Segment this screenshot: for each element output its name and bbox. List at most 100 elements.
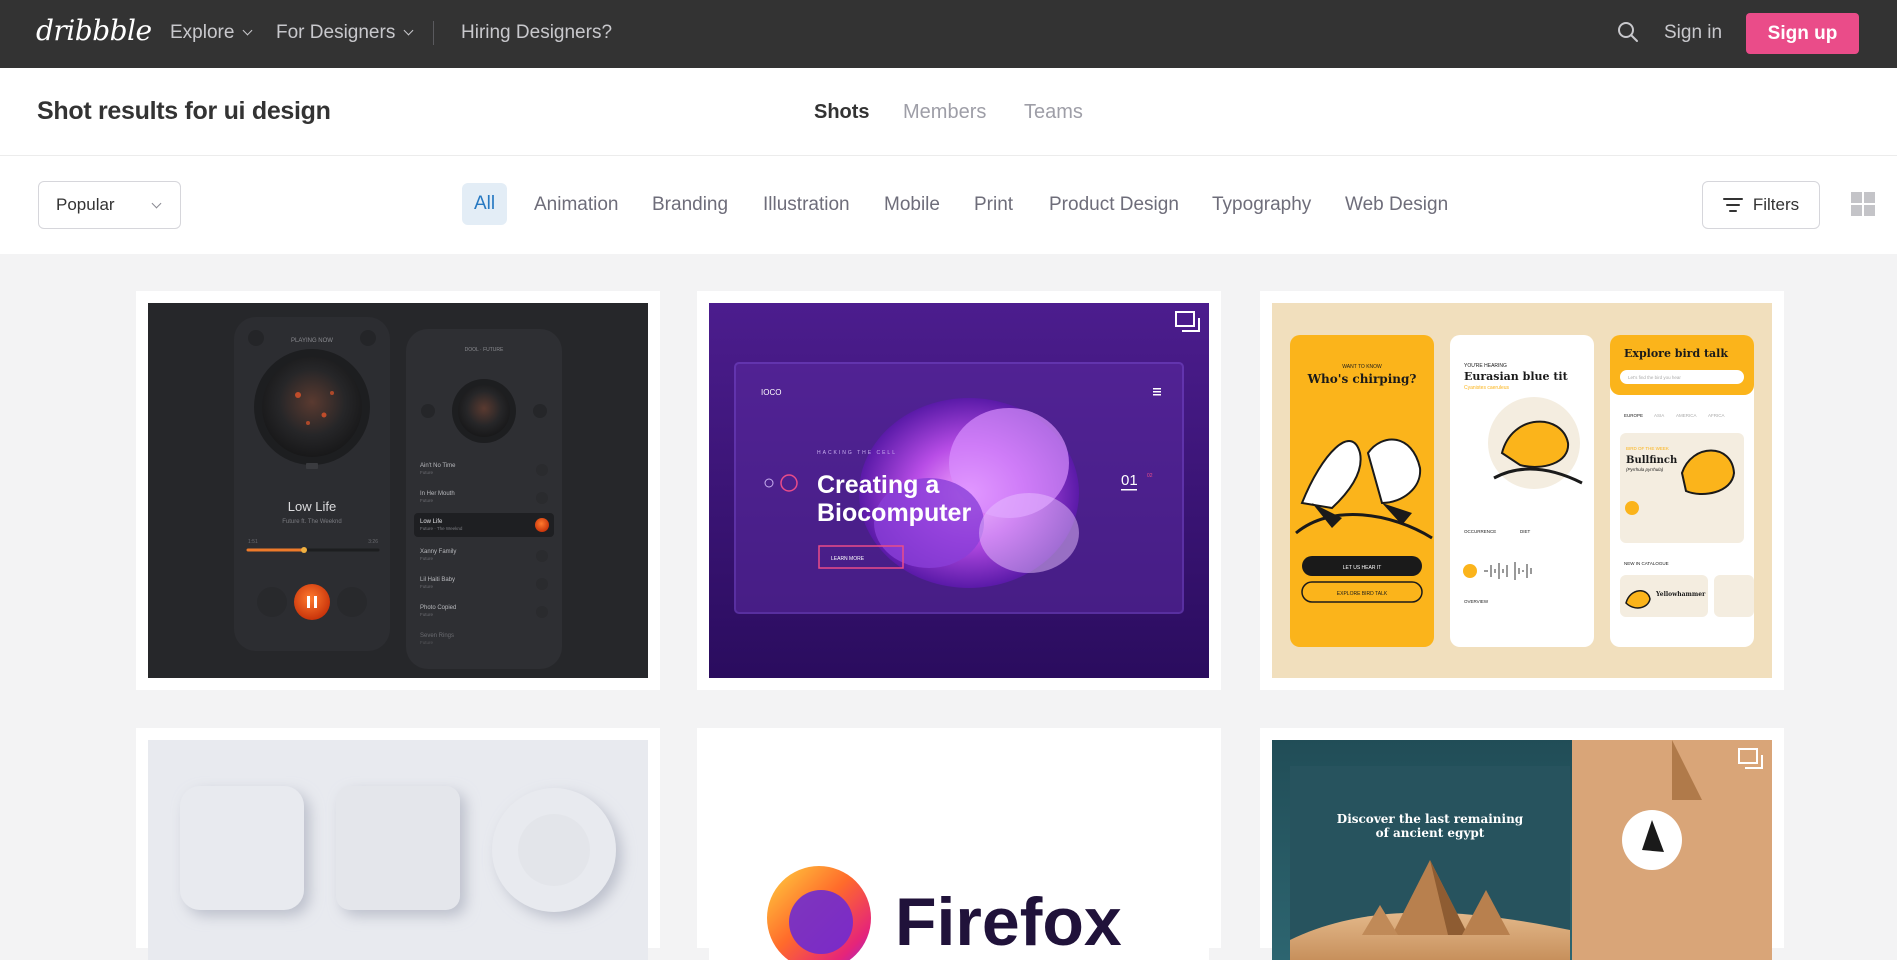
track-artist: Future (420, 470, 434, 475)
chevron-down-icon (242, 25, 253, 36)
hero-kicker: HACKING THE CELL (817, 450, 897, 456)
nav-hiring-designers[interactable]: Hiring Designers? (461, 22, 612, 44)
shot-thumbnail-neumorphism[interactable] (148, 740, 648, 960)
shot-card[interactable] (136, 728, 660, 960)
track-name: Photo Copied (420, 605, 456, 611)
screen3-bird: Bullfinch (1626, 455, 1678, 466)
egypt-artwork: Discover the last remaining of ancient e… (1272, 740, 1772, 960)
learn-more-button: LEARN MORE (831, 556, 865, 562)
bird-app-artwork: WANT TO KNOW Who's chirping? LET US HEAR… (1290, 335, 1754, 647)
track-name: Lil Haiti Baby (420, 577, 455, 583)
sign-in-link[interactable]: Sign in (1664, 22, 1722, 44)
nav-explore-label: Explore (170, 22, 235, 43)
multiple-shots-icon (1738, 748, 1763, 769)
search-icon[interactable] (1617, 21, 1639, 43)
shot-thumbnail-music-player[interactable]: PLAYING NOW Low Life Future ft. The Week… (148, 303, 648, 678)
nav-for-designers[interactable]: For Designers (276, 22, 414, 44)
category-web-design[interactable]: Web Design (1345, 194, 1448, 216)
track-name: Seven Rings (420, 633, 454, 639)
filter-lines-icon (1722, 198, 1743, 212)
sort-value: Popular (56, 195, 115, 214)
track-name: Xanny Family (420, 549, 456, 555)
track-artist: Future (420, 584, 434, 589)
page-number: 01 (1121, 472, 1138, 489)
category-print[interactable]: Print (974, 194, 1013, 216)
screen3-title: Explore bird talk (1624, 347, 1728, 360)
shot-card[interactable]: Firefox (697, 728, 1221, 960)
screen2-overview: OVERVIEW (1464, 599, 1489, 604)
top-navbar: dribbble Explore For Designers Hiring De… (0, 0, 1897, 68)
chevron-down-icon (403, 25, 414, 36)
category-animation[interactable]: Animation (534, 194, 619, 216)
neumorphism-artwork (180, 786, 616, 912)
screen2-diet: DIET (1520, 529, 1531, 534)
shot-card[interactable]: IOCO HACKING THE CELL Creating a Biocomp… (697, 291, 1221, 690)
egypt-headline-1: Discover the last remaining (1337, 812, 1524, 826)
category-typography[interactable]: Typography (1212, 194, 1311, 216)
category-illustration[interactable]: Illustration (763, 194, 850, 216)
track-name: In Her Mouth (420, 491, 455, 497)
screen3-new: NEW IN CATALOGUE (1624, 561, 1669, 566)
track-name: Ain't No Time (420, 463, 456, 469)
shot-card[interactable]: Discover the last remaining of ancient e… (1260, 728, 1784, 960)
screen2-subtitle: Cyanistes caeruleus (1464, 385, 1510, 391)
shot-thumbnail-egypt[interactable]: Discover the last remaining of ancient e… (1272, 740, 1772, 960)
nav-for-designers-label: For Designers (276, 22, 396, 43)
category-mobile[interactable]: Mobile (884, 194, 940, 216)
song-artist: Future ft. The Weeknd (282, 519, 341, 525)
grid-view-icon[interactable] (1851, 192, 1875, 216)
track-artist: Future (420, 612, 434, 617)
firefox-wordmark: Firefox (895, 884, 1122, 960)
song-title: Low Life (288, 499, 336, 514)
shot-thumbnail-firefox[interactable]: Firefox (709, 740, 1209, 960)
category-product-design[interactable]: Product Design (1049, 194, 1179, 216)
screen3-tab: EUROPE (1624, 413, 1643, 418)
sign-up-button[interactable]: Sign up (1746, 13, 1859, 54)
tab-teams[interactable]: Teams (1024, 101, 1083, 124)
sort-dropdown[interactable]: Popular (38, 181, 181, 229)
screen3-tab: ASIA (1654, 413, 1664, 418)
screen3-kicker: BIRD OF THE WEEK (1626, 446, 1669, 451)
music-player-artwork: PLAYING NOW Low Life Future ft. The Week… (234, 317, 562, 669)
brand-mark: IOCO (761, 388, 781, 397)
screen2-kicker: YOU'RE HEARING (1464, 363, 1507, 369)
screen2-occurrence: OCCURRENCE (1464, 529, 1496, 534)
filter-bar: Popular All Animation Branding Illustrat… (0, 156, 1897, 254)
biocomputer-artwork: IOCO HACKING THE CELL Creating a Biocomp… (709, 303, 1209, 678)
filters-label: Filters (1752, 195, 1800, 214)
screen3-tab: AFRICA (1708, 413, 1725, 418)
shot-thumbnail-biocomputer[interactable]: IOCO HACKING THE CELL Creating a Biocomp… (709, 303, 1209, 678)
page-title: Shot results for ui design (37, 97, 331, 125)
multiple-shots-icon (1175, 311, 1200, 332)
hero-headline-2: Biocomputer (817, 499, 971, 527)
tab-shots[interactable]: Shots (814, 101, 870, 124)
shot-thumbnail-bird-app[interactable]: WANT TO KNOW Who's chirping? LET US HEAR… (1272, 303, 1772, 678)
shot-card[interactable]: WANT TO KNOW Who's chirping? LET US HEAR… (1260, 291, 1784, 690)
page-next: 02 (1147, 473, 1153, 479)
results-header: Shot results for ui design Shots Members… (0, 68, 1897, 156)
screen3-latin: (Pyrrhula pyrrhula) (1626, 467, 1664, 472)
filters-button[interactable]: Filters (1702, 181, 1820, 229)
category-all[interactable]: All (462, 183, 508, 225)
screen1-button-listen: LET US HEAR IT (1343, 565, 1382, 571)
track-name-active: Low Life (420, 519, 443, 525)
time-total: 3:26 (368, 539, 378, 545)
track-artist: Future (420, 556, 434, 561)
dribbble-logo[interactable]: dribbble (36, 14, 152, 47)
tab-members[interactable]: Members (903, 101, 986, 124)
track-artist: Future (420, 640, 434, 645)
category-branding[interactable]: Branding (652, 194, 728, 216)
shot-card[interactable]: PLAYING NOW Low Life Future ft. The Week… (136, 291, 660, 690)
chevron-down-icon (151, 198, 162, 209)
screen2-title: Eurasian blue tit (1464, 370, 1569, 383)
nav-divider (433, 21, 434, 45)
screen3-tab: AMERICA (1676, 413, 1697, 418)
egypt-headline-2: of ancient egypt (1376, 826, 1485, 840)
nav-explore[interactable]: Explore (170, 22, 253, 44)
time-elapsed: 1:51 (248, 539, 258, 545)
hero-headline-1: Creating a (817, 471, 940, 499)
screen1-button-explore: EXPLORE BIRD TALK (1337, 591, 1388, 597)
screen1-title: Who's chirping? (1307, 372, 1417, 386)
firefox-artwork: Firefox (767, 866, 1122, 960)
track-artist: Future · The Weeknd (420, 526, 463, 531)
